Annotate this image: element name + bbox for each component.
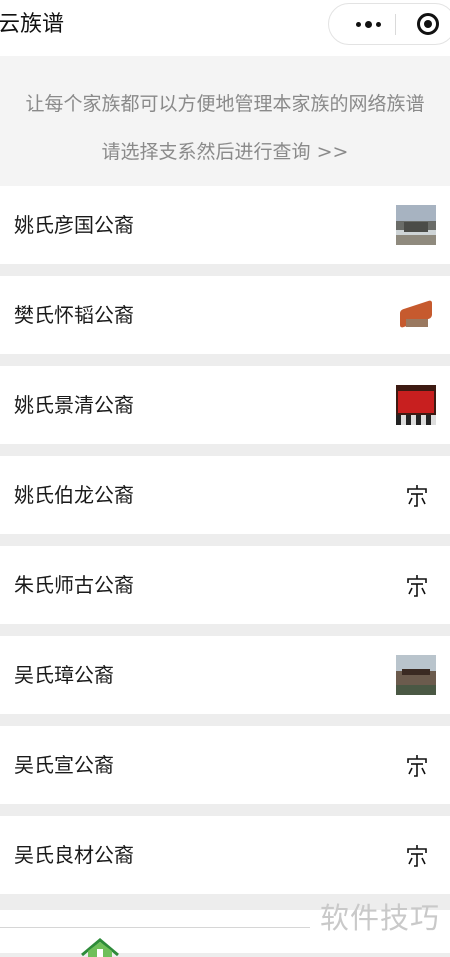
branch-item[interactable]: 姚氏伯龙公裔	[0, 456, 450, 534]
branch-name: 吴氏良材公裔	[14, 843, 134, 867]
watermark: 软件技巧	[320, 901, 441, 935]
branch-name: 吴氏璋公裔	[14, 663, 114, 687]
branch-name: 姚氏伯龙公裔	[14, 483, 134, 507]
app-title: 云族谱	[0, 12, 65, 37]
branch-name: 朱氏师古公裔	[14, 573, 134, 597]
clan-icon	[407, 845, 427, 867]
branch-name: 姚氏彦国公裔	[14, 213, 134, 237]
branch-name: 姚氏景清公裔	[14, 393, 134, 417]
more-dots-icon[interactable]	[345, 4, 391, 44]
branch-item[interactable]: 吴氏宣公裔	[0, 726, 450, 804]
branch-name: 樊氏怀韬公裔	[14, 303, 134, 327]
branch-item[interactable]: 吴氏璋公裔	[0, 636, 450, 714]
branch-name: 吴氏宣公裔	[14, 753, 114, 777]
hall-photo-icon	[396, 385, 436, 425]
building-photo-icon	[396, 655, 436, 695]
banner-slogan: 让每个家族都可以方便地管理本家族的网络族谱	[25, 93, 425, 115]
banner-hint[interactable]: 请选择支系然后进行查询 >>	[0, 138, 450, 166]
branch-item[interactable]: 姚氏彦国公裔	[0, 186, 450, 264]
target-circle-icon[interactable]	[417, 13, 439, 35]
branch-item[interactable]: 姚氏景清公裔	[0, 366, 450, 444]
capsule-divider	[395, 14, 396, 35]
home-icon[interactable]	[80, 937, 120, 957]
top-bar: 云族谱	[0, 0, 450, 56]
clan-icon	[407, 485, 427, 507]
clan-icon	[407, 575, 427, 597]
tab-bar-divider	[0, 927, 310, 928]
branch-item[interactable]: 朱氏师古公裔	[0, 546, 450, 624]
branch-item[interactable]: 樊氏怀韬公裔	[0, 276, 450, 354]
clan-icon	[407, 755, 427, 777]
house-photo-icon	[396, 205, 436, 245]
branch-item[interactable]: 吴氏良材公裔	[0, 816, 450, 894]
temple-photo-icon	[396, 295, 436, 335]
intro-banner: 让每个家族都可以方便地管理本家族的网络族谱 请选择支系然后进行查询 >>	[0, 56, 450, 186]
mini-program-capsule	[328, 3, 450, 45]
